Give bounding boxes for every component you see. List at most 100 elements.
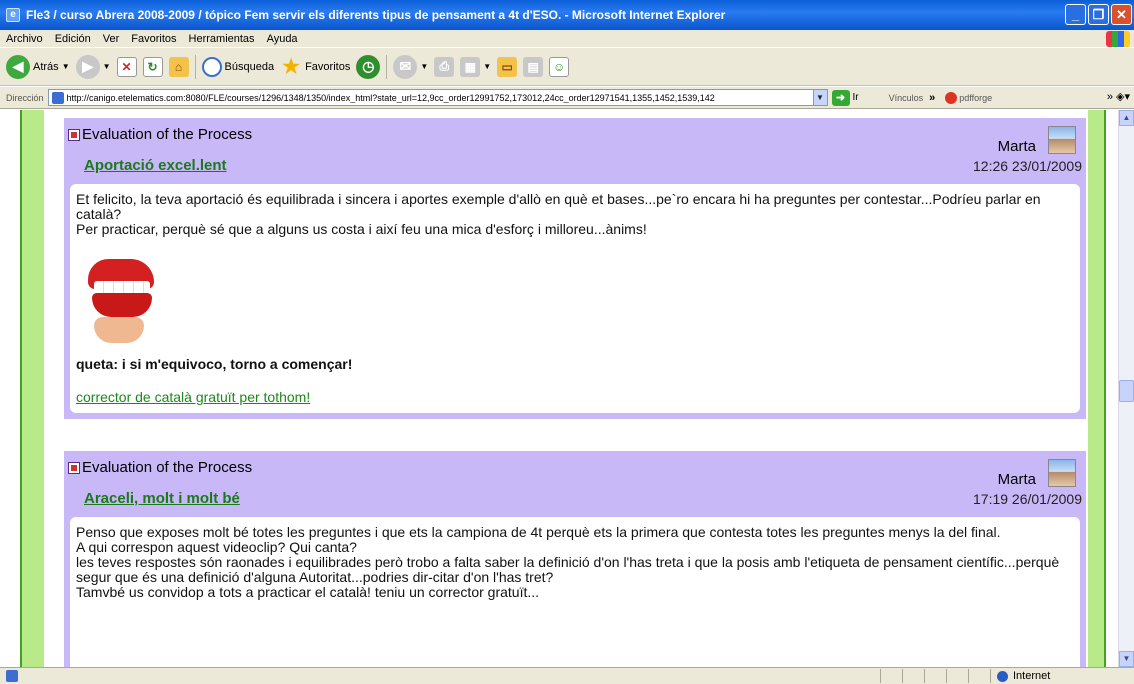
mail-icon: ✉ <box>393 54 418 79</box>
menu-ayuda[interactable]: Ayuda <box>261 33 304 45</box>
security-zone: Internet <box>990 669 1134 683</box>
go-button[interactable]: Ir <box>853 92 859 103</box>
post-header: Evaluation of the Process Marta Araceli,… <box>64 451 1086 517</box>
history-icon: ◷ <box>356 54 381 79</box>
forward-arrow-icon: ▶ <box>75 54 100 79</box>
favorites-button[interactable]: ★ Favoritos <box>280 55 350 79</box>
globe-icon <box>997 670 1008 682</box>
chattering-teeth-image <box>80 253 160 349</box>
vertical-scrollbar[interactable]: ▲ ▼ <box>1118 110 1134 667</box>
folder-icon: ▭ <box>497 56 518 77</box>
back-dropdown-icon[interactable]: ▼ <box>62 62 70 71</box>
post-author[interactable]: Marta <box>998 138 1036 155</box>
post-paragraph: Tamvbé us convidop a tots a practicar el… <box>76 584 540 600</box>
avatar[interactable] <box>1048 459 1076 487</box>
toolbar-extra-icon[interactable]: » ◈▾ <box>1107 90 1130 103</box>
back-arrow-icon: ◀ <box>6 54 30 79</box>
toolbar-separator <box>386 54 388 79</box>
post-paragraph: Et felicito, la teva aportació és equili… <box>76 191 1041 222</box>
back-label: Atrás <box>33 60 59 73</box>
close-button[interactable]: ✕ <box>1111 4 1132 25</box>
address-url[interactable]: http://canigo.etelematics.com:8080/FLE/c… <box>67 93 813 103</box>
home-icon: ⌂ <box>168 56 189 77</box>
post-category-label: Evaluation of the Process <box>82 459 253 476</box>
forward-button[interactable]: ▶ ▼ <box>75 54 111 79</box>
page-icon <box>51 91 64 104</box>
scrollbar-thumb[interactable] <box>1119 380 1134 402</box>
links-label[interactable]: Vínculos <box>889 93 924 103</box>
page-viewport: Evaluation of the Process Marta Aportaci… <box>0 110 1118 667</box>
page-status-icon <box>6 670 18 682</box>
menu-ver[interactable]: Ver <box>97 33 126 45</box>
ie-app-icon: e <box>6 8 20 22</box>
mail-button[interactable]: ✉ ▼ <box>393 54 428 79</box>
research-button[interactable]: ▤ <box>523 56 544 77</box>
scroll-down-arrow-icon[interactable]: ▼ <box>1119 651 1134 667</box>
menu-bar: Archivo Edición Ver Favoritos Herramient… <box>0 30 1134 48</box>
pdfforge-toolbar[interactable]: pdfforge <box>945 91 992 104</box>
post-subject-link[interactable]: Araceli, molt i molt bé <box>84 490 240 507</box>
standard-toolbar: ◀ Atrás ▼ ▶ ▼ ✕ ↻ ⌂ Búsqueda ★ Favoritos… <box>0 48 1134 86</box>
print-icon: ⎙ <box>434 56 455 77</box>
go-arrow-icon[interactable]: ➜ <box>831 89 850 106</box>
address-dropdown-icon[interactable]: ▼ <box>812 90 827 105</box>
maximize-button[interactable]: ❐ <box>1088 4 1109 25</box>
search-icon <box>201 56 222 77</box>
forum-post: Evaluation of the Process Marta Araceli,… <box>64 451 1086 667</box>
home-button[interactable]: ⌂ <box>168 56 189 77</box>
stop-button[interactable]: ✕ <box>116 56 137 77</box>
post-category-label: Evaluation of the Process <box>82 126 253 143</box>
avatar[interactable] <box>1048 126 1076 154</box>
scroll-up-arrow-icon[interactable]: ▲ <box>1119 110 1134 126</box>
address-bar: Dirección http://canigo.etelematics.com:… <box>0 87 1134 109</box>
address-input[interactable]: http://canigo.etelematics.com:8080/FLE/c… <box>47 89 828 106</box>
messenger-icon: ☺ <box>549 56 570 77</box>
favorites-label: Favoritos <box>305 60 351 73</box>
post-paragraph: A qui correspon aquest videoclip? Qui ca… <box>76 539 357 555</box>
menu-edicion[interactable]: Edición <box>49 33 97 45</box>
status-cells <box>880 669 990 683</box>
corrector-link[interactable]: corrector de català gratuït per tothom! <box>76 390 1074 405</box>
post-author[interactable]: Marta <box>998 471 1036 488</box>
favorites-star-icon: ★ <box>282 56 301 78</box>
mail-dropdown-icon[interactable]: ▼ <box>420 62 428 71</box>
menu-archivo[interactable]: Archivo <box>0 33 49 45</box>
forum-post: Evaluation of the Process Marta Aportaci… <box>64 118 1086 419</box>
links-chevron-icon[interactable]: » <box>929 92 935 104</box>
refresh-button[interactable]: ↻ <box>142 56 163 77</box>
forum-content: Evaluation of the Process Marta Aportaci… <box>44 110 1088 667</box>
window-title: Fle3 / curso Abrera 2008-2009 / tópico F… <box>26 8 726 22</box>
post-subject-link[interactable]: Aportació excel.lent <box>84 157 227 174</box>
menu-herramientas[interactable]: Herramientas <box>183 33 261 45</box>
image-caption: queta: i si m'equivoco, torno a començar… <box>76 356 353 372</box>
search-button[interactable]: Búsqueda <box>201 56 275 77</box>
post-paragraph: les teves respostes són raonades i equil… <box>76 554 1060 585</box>
note-type-icon <box>68 128 80 141</box>
history-button[interactable]: ◷ <box>356 54 381 79</box>
post-date: 17:19 26/01/2009 <box>973 491 1082 507</box>
forward-dropdown-icon[interactable]: ▼ <box>103 62 111 71</box>
post-paragraph: Penso que exposes molt bé totes les preg… <box>76 524 1001 540</box>
post-body: Et felicito, la teva aportació és equili… <box>70 184 1080 413</box>
zone-label: Internet <box>1013 670 1051 682</box>
edit-dropdown-icon[interactable]: ▼ <box>483 62 491 71</box>
search-label: Búsqueda <box>224 60 275 73</box>
toolbar-separator <box>194 54 196 79</box>
research-icon: ▤ <box>523 56 544 77</box>
post-header: Evaluation of the Process Marta Aportaci… <box>64 118 1086 184</box>
frame-left-border <box>20 110 44 667</box>
messenger-button[interactable]: ☺ <box>549 56 570 77</box>
minimize-button[interactable]: _ <box>1065 4 1086 25</box>
post-paragraph: Per practicar, perquè sé que a alguns us… <box>76 221 647 237</box>
print-button[interactable]: ⎙ <box>434 56 455 77</box>
back-button[interactable]: ◀ Atrás ▼ <box>6 54 70 79</box>
post-date: 12:26 23/01/2009 <box>973 158 1082 174</box>
refresh-icon: ↻ <box>142 56 163 77</box>
post-category: Evaluation of the Process <box>68 126 252 143</box>
frame-right-border <box>1088 110 1106 667</box>
edit-button[interactable]: ▦ ▼ <box>460 56 491 77</box>
note-type-icon <box>68 461 80 474</box>
address-label: Dirección <box>6 92 44 103</box>
discuss-button[interactable]: ▭ <box>497 56 518 77</box>
menu-favoritos[interactable]: Favoritos <box>125 33 182 45</box>
